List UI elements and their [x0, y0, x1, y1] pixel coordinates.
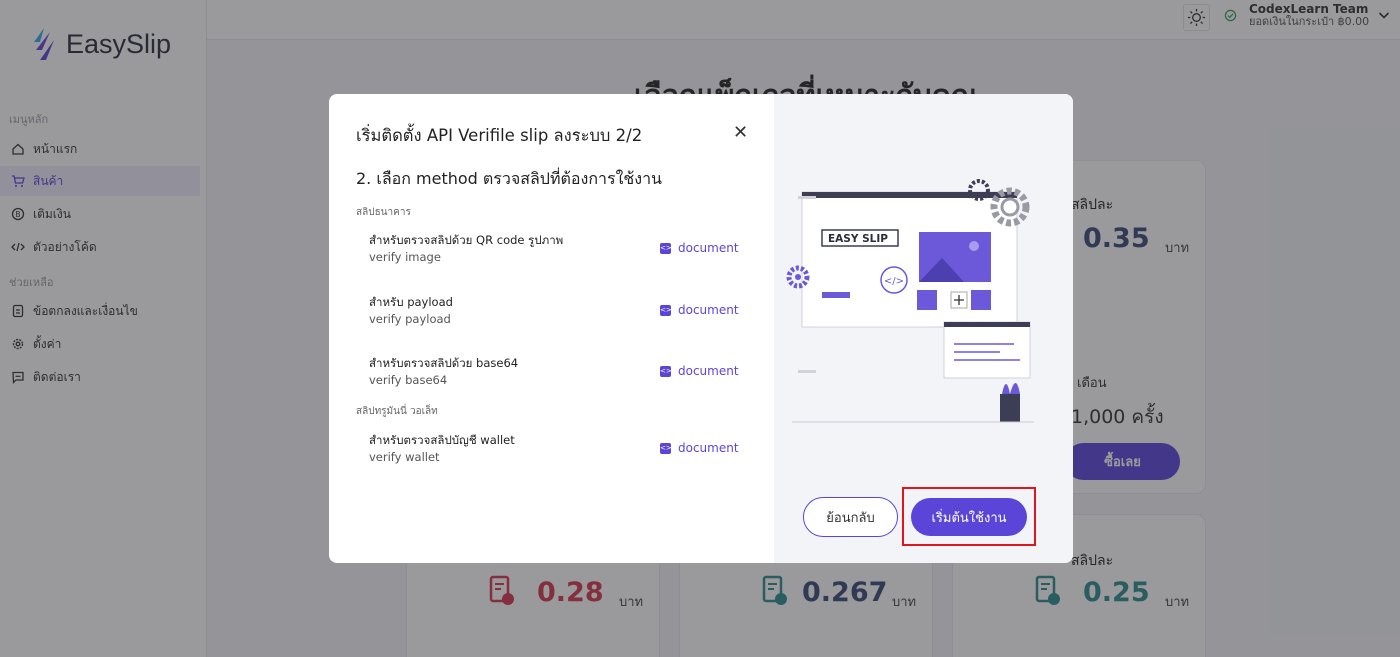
setup-modal: เริ่มติดตั้ง API Verifile slip ลงระบบ 2/…: [329, 94, 1073, 563]
highlight-box: [902, 487, 1036, 546]
code-doc-icon: <>: [660, 365, 672, 377]
illustration-brand-text: EASY SLIP: [828, 233, 888, 245]
group-label-wallet: สลิปทรูมันนี่ วอเล็ท: [356, 406, 438, 417]
svg-text:</>: </>: [884, 276, 904, 287]
group-label-bank: สลิปธนาคาร: [356, 207, 411, 218]
method-subtitle: verify wallet: [369, 450, 440, 464]
document-link-label: document: [678, 241, 739, 255]
setup-illustration: EASY SLIP </>: [786, 179, 1034, 423]
code-doc-icon: <>: [660, 304, 672, 316]
document-link-label: document: [678, 364, 739, 378]
modal-subtitle: 2. เลือก method ตรวจสลิปที่ต้องการใช้งาน: [356, 169, 662, 188]
close-icon[interactable]: ✕: [733, 122, 748, 143]
document-link-label: document: [678, 303, 739, 317]
document-link-label: document: [678, 441, 739, 455]
back-button[interactable]: ย้อนกลับ: [803, 497, 898, 537]
modal-title: เริ่มติดตั้ง API Verifile slip ลงระบบ 2/…: [356, 126, 643, 145]
method-subtitle: verify base64: [369, 373, 448, 387]
document-link[interactable]: <> document: [660, 241, 739, 255]
method-subtitle: verify payload: [369, 312, 451, 326]
document-link[interactable]: <> document: [660, 303, 739, 317]
code-doc-icon: <>: [660, 442, 672, 454]
document-link[interactable]: <> document: [660, 364, 739, 378]
method-title: สำหรับตรวจสลิปด้วย QR code รูปภาพ: [369, 233, 564, 247]
method-subtitle: verify image: [369, 250, 441, 264]
document-link[interactable]: <> document: [660, 441, 739, 455]
method-title: สำหรับตรวจสลิปด้วย base64: [369, 356, 519, 370]
method-title: สำหรับ payload: [369, 295, 453, 309]
code-doc-icon: <>: [660, 242, 672, 254]
method-title: สำหรับตรวจสลิปบัญชี wallet: [369, 433, 515, 447]
